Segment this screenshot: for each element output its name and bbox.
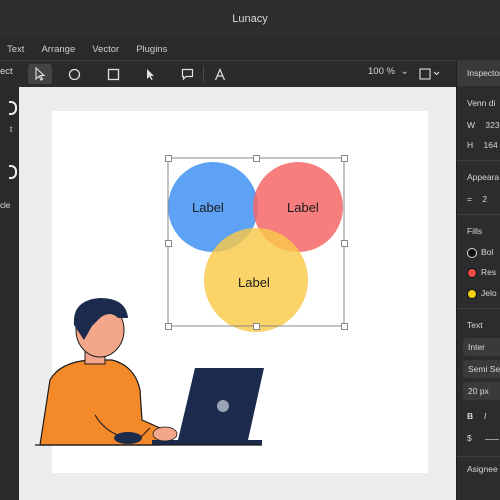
menu-vector[interactable]: Vector (92, 44, 119, 55)
fills-title: Fills (467, 226, 483, 236)
resize-handle[interactable] (165, 155, 172, 162)
font-size-field[interactable]: 20 px (463, 382, 500, 400)
canvas[interactable] (19, 87, 456, 500)
title-bar: Lunacy (0, 0, 500, 38)
menu-bar: Text Arrange Vector Plugins (0, 38, 500, 60)
font-weight-select[interactable]: Semi Se (463, 360, 500, 378)
layer-label[interactable]: t (10, 125, 12, 134)
menu-plugins[interactable]: Plugins (136, 44, 167, 55)
venn-label-blue[interactable]: Label (192, 200, 224, 215)
rectangle-tool-button[interactable] (105, 64, 121, 84)
layer-label[interactable]: cle (0, 201, 10, 210)
font-family-value: Inter (468, 342, 486, 352)
select-tool-button[interactable] (28, 64, 52, 84)
resize-handle[interactable] (253, 155, 260, 162)
inspector-tab[interactable]: Inspector (457, 60, 500, 86)
currency-icon[interactable]: $ (467, 433, 472, 443)
ellipse-tool-button[interactable] (66, 64, 82, 84)
divider (457, 308, 500, 309)
zoom-dropdown[interactable]: 100 % ⌄ (368, 66, 409, 77)
opacity-field[interactable]: = 2 (467, 194, 487, 204)
layer-thumb-icon (9, 165, 17, 179)
appearance-title: Appeara (467, 172, 500, 182)
resize-handle[interactable] (165, 240, 172, 247)
opacity-value: 2 (482, 194, 488, 204)
resize-handle[interactable] (341, 155, 348, 162)
device-frame-dropdown[interactable] (418, 64, 442, 84)
divider (457, 214, 500, 215)
width-value: 323 (485, 120, 500, 130)
resize-handle[interactable] (253, 323, 260, 330)
resize-handle[interactable] (341, 323, 348, 330)
toolbar-divider (203, 66, 204, 82)
cursor-icon (35, 67, 46, 81)
inspector-title: Inspector (467, 68, 500, 78)
divider (457, 456, 500, 457)
equals-icon: = (467, 194, 472, 204)
toolbar: ect 100 % ⌄ (0, 60, 456, 88)
artboard[interactable] (52, 111, 428, 473)
italic-button[interactable]: I (484, 411, 486, 421)
width-label: W (467, 120, 476, 130)
fill-row[interactable]: Res (467, 267, 496, 278)
fill-name: Bol (481, 247, 494, 257)
fill-name: Res (481, 267, 497, 277)
fill-swatch (467, 247, 477, 258)
ellipse-icon (68, 68, 80, 80)
resize-handle[interactable] (341, 240, 348, 247)
frame-icon (419, 68, 440, 80)
text-tool-button[interactable] (212, 64, 228, 84)
height-field[interactable]: H 164 (467, 140, 498, 150)
rectangle-icon (107, 68, 119, 80)
venn-label-red[interactable]: Label (287, 200, 319, 215)
height-value: 164 (483, 140, 498, 150)
fill-row[interactable]: Jelo (467, 288, 497, 299)
comment-tool-button[interactable] (179, 64, 195, 84)
menu-arrange[interactable]: Arrange (41, 44, 75, 55)
fill-row[interactable]: Bol (467, 247, 493, 258)
resize-handle[interactable] (165, 323, 172, 330)
font-family-select[interactable]: Inter (463, 338, 500, 356)
menu-text[interactable]: Text (7, 44, 24, 55)
line-icon (485, 439, 499, 440)
speech-bubble-icon (181, 68, 193, 80)
assigned-title: Asignee (467, 464, 498, 474)
height-label: H (467, 140, 474, 150)
font-weight-value: Semi Se (468, 364, 500, 374)
divider (457, 160, 500, 161)
fill-name: Jelo (481, 288, 497, 298)
bold-button[interactable]: B (467, 411, 473, 421)
layer-thumb-icon (9, 101, 17, 115)
zoom-value: 100 % (368, 66, 395, 77)
fill-swatch (467, 267, 477, 278)
direct-select-tool-button[interactable] (142, 64, 158, 84)
layer-name: Venn di (467, 98, 496, 108)
text-title: Text (467, 320, 483, 330)
text-icon (214, 67, 226, 80)
width-field[interactable]: W 323 (467, 120, 500, 130)
chevron-down-icon: ⌄ (400, 66, 409, 77)
app-title: Lunacy (232, 13, 268, 25)
toolbar-left-label: ect (0, 66, 13, 77)
fill-swatch (467, 288, 477, 299)
pointer-icon (147, 68, 154, 80)
font-size-value: 20 px (468, 386, 489, 396)
layers-panel: t cle (0, 87, 19, 500)
venn-label-yellow[interactable]: Label (238, 275, 270, 290)
inspector-panel: Inspector Venn di W 323 H 164 Appeara = … (456, 60, 500, 500)
